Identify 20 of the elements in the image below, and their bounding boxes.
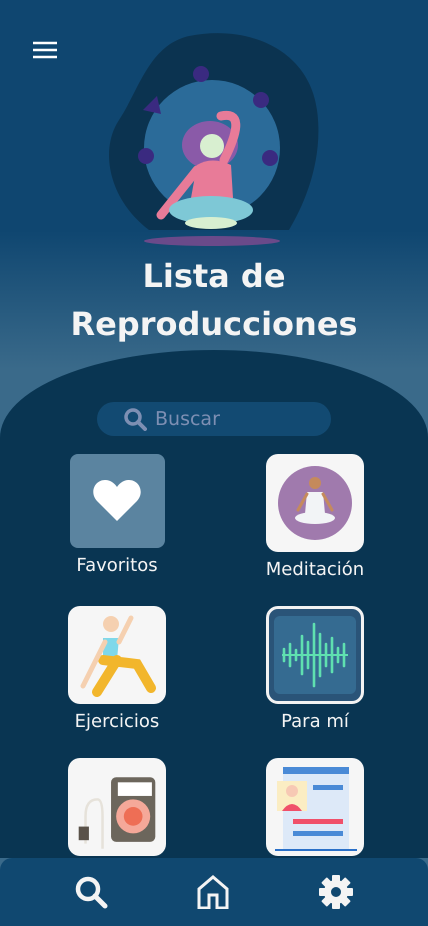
playlist-label: Para mí (281, 710, 349, 734)
settings-icon (318, 874, 354, 910)
playlist-label: Ejercicios (74, 710, 160, 734)
playlist-tile[interactable] (266, 454, 364, 552)
playlist-tile[interactable] (68, 606, 166, 704)
playlist-item[interactable]: Para mí (216, 606, 414, 734)
playlist-label: Meditación (266, 558, 364, 582)
playlist-item[interactable]: Ejercicios (18, 606, 216, 734)
search-field[interactable]: Buscar (97, 402, 331, 436)
playlist-item[interactable]: Favoritos (18, 454, 216, 582)
page-title: Lista de Reproducciones (69, 256, 359, 345)
playlist-item[interactable]: Meditación (216, 454, 414, 582)
playlist-tile[interactable] (266, 606, 364, 704)
home-icon (196, 875, 229, 909)
playlist-label: Favoritos (76, 554, 158, 578)
playlist-tile[interactable] (68, 758, 166, 856)
heart-icon (92, 479, 142, 523)
playlist-tile[interactable] (70, 454, 164, 548)
search-icon (74, 875, 108, 909)
playlist-tile[interactable] (266, 758, 364, 856)
